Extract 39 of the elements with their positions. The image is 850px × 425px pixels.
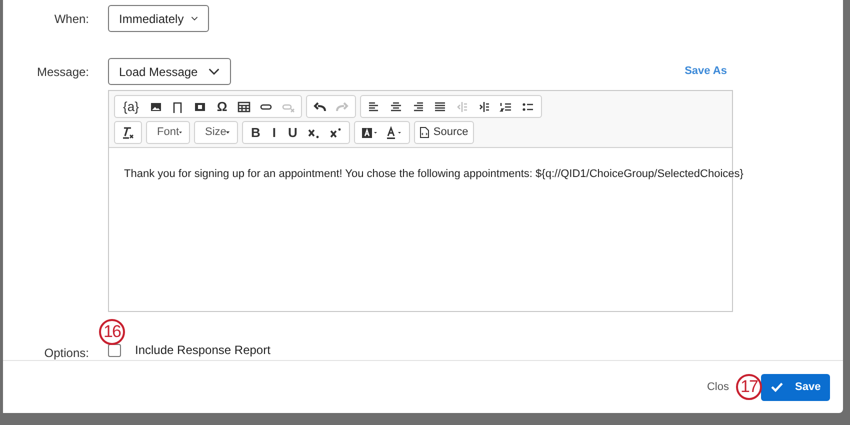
clear-format-icon (121, 126, 135, 140)
callout-number: 17 (736, 374, 762, 400)
message-body: Thank you for signing up for an appointment! You chose the following appointments: ${q://QID1/ChoiceGroup/SelectedChoices} (124, 167, 744, 182)
text-color-icon (386, 126, 404, 140)
caret-icon (226, 131, 230, 134)
field-label: Message: (36, 64, 89, 80)
document-icon (420, 127, 430, 138)
align-right-icon (411, 100, 426, 114)
save-as-link[interactable]: Save As (684, 63, 727, 80)
align-center-icon (389, 100, 404, 114)
source-button[interactable]: Source (417, 123, 472, 142)
when-dropdown[interactable]: Immediately (108, 5, 209, 32)
undo-icon (313, 100, 328, 114)
checkbox[interactable] (108, 344, 121, 356)
caret-icon (179, 131, 182, 134)
indent-icon (477, 100, 492, 114)
redo-icon (335, 100, 350, 114)
close-link[interactable]: Clos (706, 378, 729, 396)
toolbar-button[interactable]: U (282, 123, 304, 142)
background-color-icon (361, 126, 378, 140)
toolbar-button[interactable]: Ω (210, 97, 234, 116)
toolbar-button[interactable]: {a} (117, 97, 145, 116)
outdent-icon (455, 100, 470, 114)
save-button[interactable]: Save (761, 374, 830, 400)
callout-number: 16 (99, 319, 125, 345)
field-label: When: (53, 10, 89, 28)
justify-icon (433, 100, 448, 114)
size-dropdown[interactable]: Size (197, 123, 235, 142)
chevron-icon (190, 16, 198, 21)
message-dropdown[interactable]: Load Message (108, 58, 231, 85)
toolbar-button[interactable]: B (245, 123, 266, 142)
field-label: Options: (43, 346, 89, 360)
chevron-icon (208, 68, 220, 75)
toolbar-button[interactable]: I (266, 123, 282, 142)
superscript-icon (329, 126, 344, 140)
table-icon (237, 100, 252, 114)
size-dropdown[interactable]: Font (149, 123, 187, 142)
checkmark-icon (771, 382, 783, 392)
checkbox-label: Include Response Report (135, 342, 270, 358)
